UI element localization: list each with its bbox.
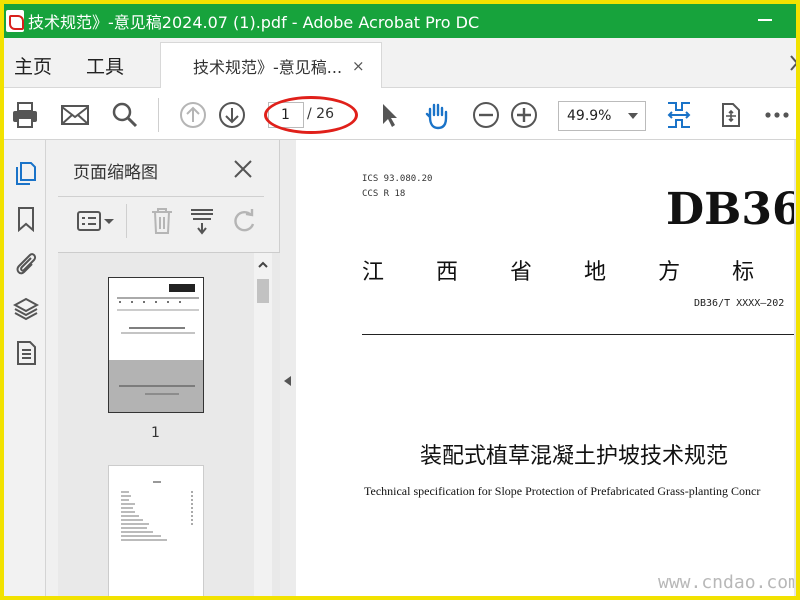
tab-bar: 主页 工具 技术规范》-意见稿... × (4, 38, 800, 88)
document-title-english: Technical specification for Slope Protec… (364, 484, 761, 498)
more-options-icon[interactable] (762, 100, 792, 130)
window-title: 技术规范》-意见稿2024.07 (1).pdf - Adobe Acrobat… (28, 13, 480, 32)
thumbnail-selected-overlay (109, 360, 203, 412)
thumbnail-footer-content (119, 385, 195, 395)
bookmark-icon[interactable] (13, 206, 39, 232)
panel-splitter[interactable] (280, 140, 296, 596)
insert-page-icon[interactable] (188, 206, 216, 236)
ics-code: ICS 93.080.20 (362, 174, 433, 184)
province-char: 省 (510, 260, 533, 285)
close-tab-button[interactable]: × (352, 57, 365, 75)
layers-icon[interactable] (13, 296, 39, 322)
panel-divider (58, 196, 264, 197)
minimize-button[interactable] (758, 12, 772, 26)
document-scrollbar[interactable] (794, 140, 796, 596)
thumbnail-cover-content (117, 284, 199, 334)
highlight-annotation (264, 96, 358, 134)
province-char: 西 (436, 260, 459, 285)
thumbnail-options-icon[interactable] (76, 208, 116, 236)
panel-title: 页面缩略图 (73, 163, 158, 183)
page-thumbnail-2[interactable] (108, 465, 204, 596)
standard-number: DB36/T XXXX—202 (694, 298, 785, 309)
tab-home[interactable]: 主页 (14, 52, 52, 79)
toolbar: 1 / 26 49.9% (4, 88, 796, 140)
province-char: 标 (732, 260, 755, 285)
panel-separator (126, 204, 127, 238)
standard-logo: DB36 (666, 184, 800, 235)
left-nav-rail (4, 140, 46, 596)
scrollbar-thumb[interactable] (257, 279, 269, 303)
tab-scroll-right-icon[interactable] (788, 48, 800, 78)
watermark: www.cndao.com (658, 572, 799, 593)
page-thumbnails-icon[interactable] (13, 160, 39, 186)
document-tab[interactable]: 技术规范》-意见稿... × (160, 42, 382, 88)
page-thumbnail-1[interactable] (108, 277, 204, 413)
province-heading: 江 西 省 地 方 标 (362, 254, 754, 286)
chevron-down-icon (628, 113, 638, 119)
fit-page-icon[interactable] (664, 100, 694, 130)
thumbnails-panel: 页面缩略图 1 (46, 140, 280, 596)
title-bar: 技术规范》-意见稿2024.07 (1).pdf - Adobe Acrobat… (4, 4, 796, 38)
toolbar-separator (158, 98, 159, 132)
page-thumbnail-label: 1 (151, 425, 160, 441)
delete-page-icon[interactable] (148, 206, 176, 236)
close-icon[interactable] (232, 158, 254, 180)
chevron-up-icon[interactable] (257, 259, 269, 271)
rotate-view-icon[interactable] (714, 100, 744, 130)
province-char: 方 (658, 260, 681, 285)
ccs-code: CCS R 18 (362, 189, 406, 199)
thumbnail-list: 1 (58, 252, 280, 596)
document-title-chinese: 装配式植草混凝土护坡技术规范 (420, 444, 729, 469)
zoom-out-icon[interactable] (471, 100, 501, 130)
acrobat-window: 技术规范》-意见稿2024.07 (1).pdf - Adobe Acrobat… (0, 0, 800, 600)
rotate-page-icon[interactable] (230, 206, 258, 236)
next-page-icon[interactable] (217, 100, 247, 130)
thumbnail-toc-content (121, 481, 193, 541)
province-char: 江 (362, 260, 385, 285)
document-view[interactable]: ICS 93.080.20 CCS R 18 DB36 江 西 省 地 方 标 … (296, 140, 800, 596)
document-codes: ICS 93.080.20 CCS R 18 (362, 172, 432, 202)
print-icon[interactable] (10, 100, 40, 130)
email-icon[interactable] (60, 100, 90, 130)
pdf-file-icon (6, 10, 24, 32)
province-char: 地 (584, 260, 607, 285)
document-tab-label: 技术规范》-意见稿... (193, 57, 343, 77)
collapse-panel-icon[interactable] (284, 376, 291, 386)
content-panel-icon[interactable] (13, 340, 39, 366)
search-icon[interactable] (110, 100, 140, 130)
thumbnail-scrollbar[interactable] (254, 253, 272, 596)
header-rule (362, 334, 796, 335)
previous-page-icon[interactable] (178, 100, 208, 130)
select-cursor-icon[interactable] (374, 100, 404, 130)
tab-tools[interactable]: 工具 (86, 52, 124, 79)
hand-tool-icon[interactable] (422, 100, 452, 130)
zoom-in-icon[interactable] (509, 100, 539, 130)
attachment-icon[interactable] (13, 250, 39, 276)
